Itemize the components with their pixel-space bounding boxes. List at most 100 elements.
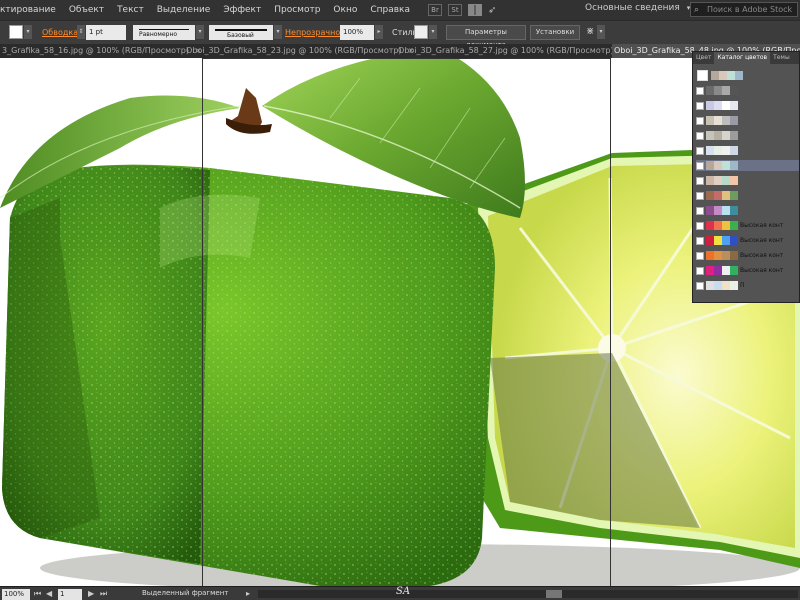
swatch-chip[interactable] (706, 251, 714, 260)
stroke-stepper[interactable]: ⇕ (77, 25, 85, 39)
tab-themes[interactable]: Темы (770, 52, 793, 64)
menu-item-window[interactable]: Окно (333, 5, 357, 15)
scrollbar-thumb[interactable] (546, 590, 562, 598)
swatch-chip[interactable] (730, 116, 738, 125)
swatch-group-row[interactable]: Высокая конт (696, 265, 799, 276)
swatch-chip[interactable] (722, 266, 730, 275)
menu-item-text[interactable]: Текст (117, 5, 144, 15)
swatch-chip[interactable] (714, 176, 722, 185)
active-color-swatch[interactable] (697, 69, 708, 81)
swatch-chip[interactable] (706, 236, 714, 245)
swatch-chip[interactable] (706, 116, 714, 125)
swatch-group-row[interactable]: Высокая конт (696, 220, 799, 231)
gpu-rocket-icon[interactable]: ➶ (488, 5, 496, 16)
stroke-width-field[interactable]: 1 pt (86, 25, 126, 40)
menu-item-select[interactable]: Выделение (157, 5, 211, 15)
swatch-group-row[interactable] (696, 85, 799, 96)
tab-color[interactable]: Цвет (693, 52, 714, 64)
swatch-chip[interactable] (722, 221, 730, 230)
swatch-chip[interactable] (730, 161, 738, 170)
menu-item-effect[interactable]: Эффект (223, 5, 261, 15)
status-tool-label[interactable]: Выделенный фрагмент (142, 589, 228, 597)
menu-item-view[interactable]: Просмотр (274, 5, 320, 15)
tab-color-catalog[interactable]: Каталог цветов (714, 52, 771, 64)
menu-item-object[interactable]: Объект (69, 5, 104, 15)
profile-chevron[interactable]: ▾ (196, 25, 204, 39)
transform-chevron[interactable]: ▾ (597, 25, 605, 39)
swatch-chip[interactable] (714, 266, 722, 275)
swatch-chip[interactable] (714, 236, 722, 245)
swatch-group-row[interactable] (696, 175, 799, 186)
tab-document-23[interactable]: Oboi_3D_Grafika_58_23.jpg @ 100% (RGB/Пр… (184, 44, 414, 58)
swatch-chip[interactable] (714, 146, 722, 155)
brush-dropdown[interactable]: Базовый (209, 25, 273, 40)
style-chevron[interactable]: ▾ (429, 25, 437, 39)
swatch-group-row[interactable]: Высокая конт (696, 235, 799, 246)
swatch-chip[interactable] (722, 86, 730, 95)
fill-swatch[interactable] (9, 25, 23, 39)
stroke-profile-dropdown[interactable]: Равномерно (133, 25, 195, 40)
transform-icon[interactable]: ⋇ (586, 26, 594, 37)
swatch-chip[interactable] (722, 251, 730, 260)
swatch-chip[interactable] (719, 70, 727, 80)
workspace-switcher[interactable]: Основные сведения ▾ (585, 3, 690, 13)
swatch-chip[interactable] (730, 86, 738, 95)
last-artboard-icon[interactable]: ⏭ (100, 589, 107, 599)
swatch-group-row[interactable] (696, 205, 799, 216)
swatch-chip[interactable] (714, 161, 722, 170)
swatch-chip[interactable] (714, 251, 722, 260)
swatch-chip[interactable] (722, 191, 730, 200)
opacity-chevron[interactable]: ▸ (375, 25, 383, 39)
swatch-chip[interactable] (722, 146, 730, 155)
swatch-chip[interactable] (730, 191, 738, 200)
first-artboard-icon[interactable]: ⏮ (34, 589, 41, 599)
horizontal-scrollbar[interactable] (258, 590, 798, 598)
swatch-chip[interactable] (706, 176, 714, 185)
swatch-chip[interactable] (730, 206, 738, 215)
swatch-chip[interactable] (730, 281, 738, 290)
swatch-chip[interactable] (722, 281, 730, 290)
artboard-number-field[interactable]: 1 (58, 589, 82, 600)
swatch-chip[interactable] (706, 266, 714, 275)
swatch-chip[interactable] (730, 236, 738, 245)
swatch-chip[interactable] (706, 131, 714, 140)
zoom-field[interactable]: 100% (2, 589, 30, 600)
stock-button[interactable]: St (448, 4, 462, 16)
swatch-chip[interactable] (722, 131, 730, 140)
swatch-group-row[interactable] (696, 145, 799, 156)
prev-artboard-icon[interactable]: ◀ (46, 589, 52, 598)
opacity-field[interactable]: 100% (340, 25, 374, 40)
swatch-chip[interactable] (706, 191, 714, 200)
tab-document-27[interactable]: Oboi_3D_Grafika_58_27.jpg @ 100% (RGB/Пр… (396, 44, 626, 58)
menu-item-help[interactable]: Справка (370, 5, 410, 15)
swatch-chip[interactable] (722, 161, 730, 170)
swatch-group-row[interactable] (696, 190, 799, 201)
swatch-chip[interactable] (730, 266, 738, 275)
swatch-chip[interactable] (714, 131, 722, 140)
swatch-chip[interactable] (730, 101, 738, 110)
swatch-chip[interactable] (714, 221, 722, 230)
swatch-group-row[interactable]: Высокая конт (696, 250, 799, 261)
swatch-chip[interactable] (722, 176, 730, 185)
swatch-chip[interactable] (722, 116, 730, 125)
next-artboard-icon[interactable]: ▶ (88, 589, 94, 598)
document-setup-button[interactable]: Параметры документа (446, 25, 526, 49)
swatch-chip[interactable] (714, 86, 722, 95)
brush-chevron[interactable]: ▾ (274, 25, 282, 39)
swatch-chip[interactable] (730, 146, 738, 155)
status-menu-icon[interactable]: ▸ (246, 589, 250, 598)
preferences-button[interactable]: Установки (530, 25, 580, 40)
swatch-chip[interactable] (706, 161, 714, 170)
swatch-chip[interactable] (706, 146, 714, 155)
swatch-chip[interactable] (714, 116, 722, 125)
swatch-chip[interactable] (730, 131, 738, 140)
swatch-group-row[interactable]: П (696, 280, 799, 291)
swatch-group-row[interactable] (696, 160, 799, 171)
active-group-chips[interactable] (711, 70, 743, 80)
swatch-chip[interactable] (730, 251, 738, 260)
swatch-chip[interactable] (722, 236, 730, 245)
swatch-chip[interactable] (706, 86, 714, 95)
swatch-group-row[interactable] (696, 130, 799, 141)
swatch-chip[interactable] (714, 281, 722, 290)
swatch-chip[interactable] (730, 176, 738, 185)
